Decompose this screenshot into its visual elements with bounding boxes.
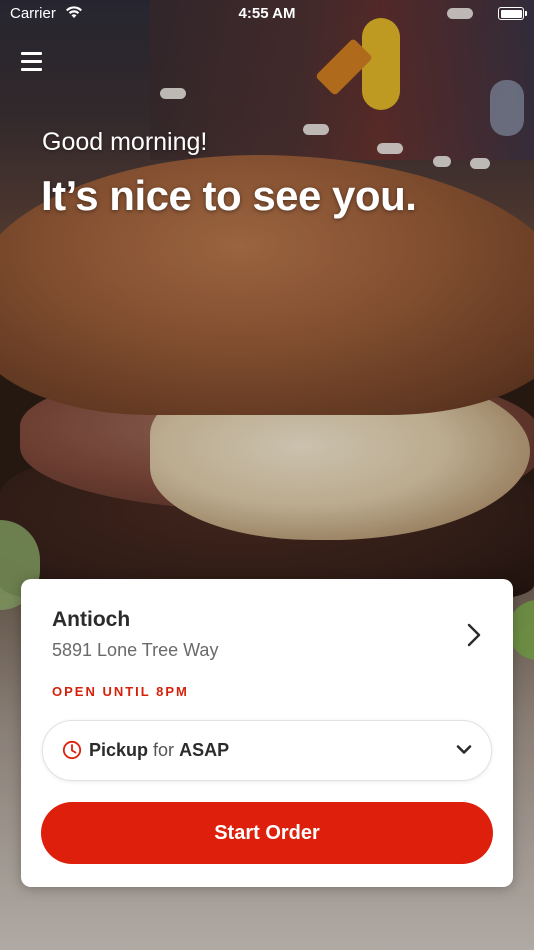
page-title: It’s nice to see you. (41, 172, 417, 219)
chevron-down-icon (456, 745, 472, 754)
pickup-time-selector[interactable]: Pickup for ASAP (42, 720, 492, 781)
pickup-time: ASAP (179, 740, 230, 760)
hamburger-menu-icon[interactable] (21, 52, 42, 71)
pickup-connector: for (153, 740, 175, 760)
battery-icon (498, 7, 527, 20)
start-order-button[interactable]: Start Order (41, 802, 493, 864)
location-address: 5891 Lone Tree Way (52, 640, 219, 660)
chevron-right-icon (467, 623, 481, 647)
pickup-label: Pickup for ASAP (89, 740, 229, 761)
status-bar: Carrier 4:55 AM (0, 0, 534, 28)
greeting-text: Good morning! (42, 128, 208, 156)
clock-icon (62, 740, 82, 760)
location-selector[interactable]: Antioch 5891 Lone Tree Way (21, 579, 513, 689)
location-name: Antioch (52, 608, 131, 631)
location-card: Antioch 5891 Lone Tree Way OPEN UNTIL 8P… (21, 579, 513, 887)
status-badge: OPEN UNTIL 8PM (52, 684, 189, 699)
pickup-mode: Pickup (89, 740, 149, 760)
clock-time: 4:55 AM (238, 5, 296, 22)
